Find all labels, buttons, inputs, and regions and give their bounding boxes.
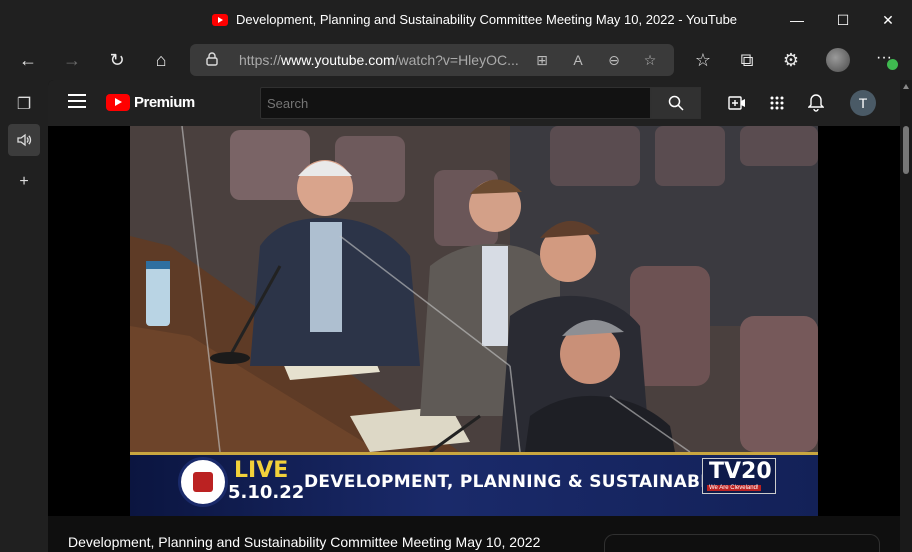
favorites-icon[interactable]: ☆ (691, 48, 715, 72)
window-titlebar: Development, Planning and Sustainability… (0, 0, 912, 40)
youtube-logo[interactable]: Premium (106, 94, 195, 111)
page-scrollbar[interactable] (900, 80, 912, 552)
scrollbar-thumb[interactable] (903, 126, 909, 174)
broadcast-date: 5.10.22 (228, 482, 305, 503)
broadcast-lower-third: LIVE 5.10.22 DEVELOPMENT, PLANNING & SUS… (130, 452, 818, 516)
close-button[interactable]: ✕ (878, 10, 898, 30)
create-icon[interactable] (726, 92, 748, 114)
refresh-icon[interactable]: ↻ (105, 48, 129, 72)
tab-actions-icon[interactable]: ❐ (8, 88, 40, 120)
url-path: /watch?v=HleyOC... (394, 52, 519, 68)
search-input[interactable] (260, 87, 651, 119)
side-panel (604, 534, 880, 552)
read-aloud-icon[interactable]: A (568, 50, 588, 70)
sync-status-icon (887, 59, 898, 70)
forward-icon[interactable]: → (60, 48, 84, 72)
url-scheme: https:// (239, 52, 282, 68)
window-title-group: Development, Planning and Sustainability… (212, 12, 737, 27)
vertical-tabs-sidebar: ❐ + (0, 80, 48, 552)
app-available-icon[interactable]: ⊞ (532, 50, 552, 70)
extensions-icon[interactable]: ⚙ (779, 48, 803, 72)
add-favorite-icon[interactable]: ☆ (640, 50, 660, 70)
video-player[interactable]: LIVE 5.10.22 DEVELOPMENT, PLANNING & SUS… (48, 126, 900, 516)
collections-icon[interactable]: ⧉ (735, 48, 759, 72)
meeting-scene-image (130, 126, 818, 452)
menu-icon[interactable] (68, 94, 86, 108)
address-bar[interactable]: https://www.youtube.com/watch?v=HleyOC..… (190, 44, 674, 76)
tv20-channel: TV20 (709, 459, 772, 484)
new-tab-icon[interactable]: + (8, 166, 40, 198)
apps-grid-icon[interactable] (766, 92, 788, 114)
youtube-header: Premium T (48, 80, 900, 126)
browser-profile-avatar[interactable] (826, 48, 850, 72)
scroll-up-arrow-icon[interactable] (903, 84, 909, 89)
url-domain: www.youtube.com (281, 52, 395, 68)
youtube-page: Premium T (48, 80, 912, 552)
window-title: Development, Planning and Sustainability… (236, 12, 738, 27)
zoom-icon[interactable]: ⊖ (604, 50, 624, 70)
search-icon (668, 95, 684, 111)
home-icon[interactable]: ⌂ (149, 48, 173, 72)
lower-third-stripe (130, 452, 818, 455)
youtube-favicon-icon (212, 13, 228, 26)
browser-toolbar: ← → ↻ ⌂ https://www.youtube.com/watch?v=… (0, 40, 912, 80)
tv20-tagline: We Are Cleveland! (707, 485, 761, 491)
youtube-brand: Premium (134, 94, 195, 111)
url-text[interactable]: https://www.youtube.com/watch?v=HleyOC..… (239, 52, 519, 68)
maximize-button[interactable]: ☐ (833, 10, 853, 30)
tv20-logo: TV20 We Are Cleveland! (702, 458, 776, 494)
cleveland-city-seal-logo (178, 457, 228, 507)
minimize-button[interactable]: — (787, 10, 807, 30)
back-icon[interactable]: ← (16, 48, 40, 72)
committee-name: DEVELOPMENT, PLANNING & SUSTAINABILITY (304, 472, 750, 492)
notifications-bell-icon[interactable] (805, 92, 827, 114)
lock-icon[interactable] (206, 52, 218, 69)
video-title: Development, Planning and Sustainability… (68, 534, 541, 550)
user-avatar[interactable]: T (850, 90, 876, 116)
video-frame[interactable]: LIVE 5.10.22 DEVELOPMENT, PLANNING & SUS… (130, 126, 818, 516)
search-button[interactable] (651, 87, 701, 119)
audio-tab-icon[interactable] (8, 124, 40, 156)
live-label: LIVE (234, 458, 289, 483)
youtube-play-icon (106, 94, 130, 111)
